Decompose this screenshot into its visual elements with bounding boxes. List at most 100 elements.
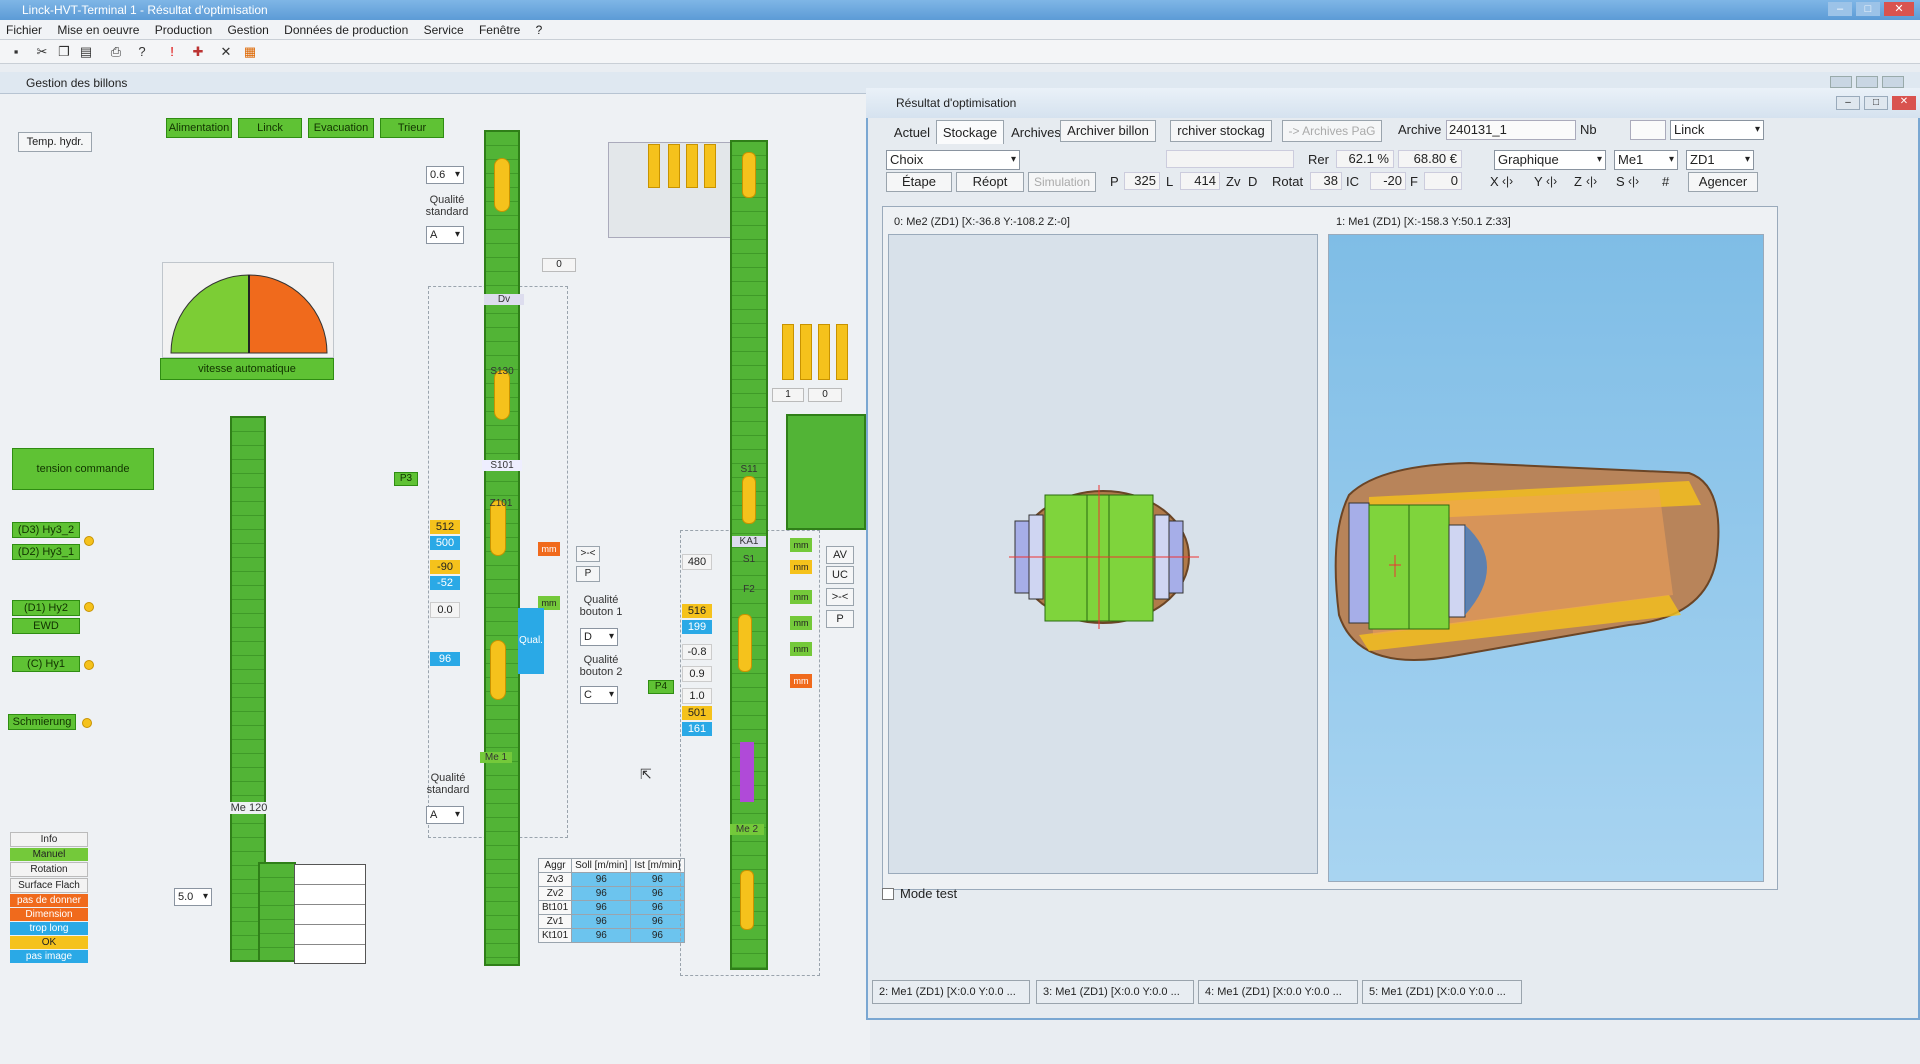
maximize-icon[interactable]: □ xyxy=(1864,96,1888,110)
status-schmierung[interactable]: Schmierung xyxy=(8,714,76,730)
view0-log-cross-section xyxy=(1009,485,1199,629)
status-ewd[interactable]: EWD xyxy=(12,618,80,634)
subwindow-title: Gestion des billons xyxy=(26,76,128,90)
log-marker xyxy=(742,152,756,198)
table-row: Zv2 96 96 xyxy=(537,886,685,901)
auto-speed-button[interactable]: vitesse automatique xyxy=(160,358,334,380)
speed-select-line1[interactable]: 0.6 xyxy=(426,166,464,184)
merge-button[interactable]: >-< xyxy=(576,546,600,562)
view0-canvas[interactable] xyxy=(888,234,1318,874)
axis-s-stepper-icon[interactable]: ‹|› xyxy=(1628,174,1639,188)
etape-button[interactable]: Étape xyxy=(886,172,952,192)
zd-select[interactable]: ZD1 xyxy=(1686,150,1754,170)
uc-button[interactable]: UC xyxy=(826,566,854,584)
graphique-select[interactable]: Graphique xyxy=(1494,150,1606,170)
menu-bar: Fichier Mise en oeuvre Production Gestio… xyxy=(0,20,1920,40)
cut-icon[interactable]: ✂ xyxy=(34,44,50,60)
me-select[interactable]: Me1 xyxy=(1614,150,1678,170)
agencer-button[interactable]: Agencer xyxy=(1688,172,1758,192)
ist-value: 96 xyxy=(630,900,685,915)
window-controls: – □ ✕ xyxy=(1828,2,1916,18)
menu-help[interactable]: ? xyxy=(536,23,543,37)
status-hy2[interactable]: (D1) Hy2 xyxy=(12,600,80,616)
legend-manuel: Manuel xyxy=(10,848,88,861)
tab-stockage[interactable]: Stockage xyxy=(936,120,1004,144)
save-icon[interactable]: ▪ xyxy=(8,44,24,60)
empty-field xyxy=(1166,150,1294,168)
archive-input[interactable]: 240131_1 xyxy=(1446,120,1576,140)
alert-icon[interactable]: ! xyxy=(164,44,180,60)
av-button[interactable]: AV xyxy=(826,546,854,564)
bottom-tab-3[interactable]: 3: Me1 (ZD1) [X:0.0 Y:0.0 ... xyxy=(1036,980,1194,1004)
status-hy1[interactable]: (C) Hy1 xyxy=(12,656,80,672)
linck-select[interactable]: Linck xyxy=(1670,120,1764,140)
aggr-name: Kt101 xyxy=(537,928,573,943)
bottom-tab-2[interactable]: 2: Me1 (ZD1) [X:0.0 Y:0.0 ... xyxy=(872,980,1030,1004)
maximize-icon[interactable] xyxy=(1856,76,1878,88)
qual-std2-select[interactable]: A xyxy=(426,806,464,824)
status-hy3-2[interactable]: (D3) Hy3_2 xyxy=(12,522,80,538)
minimize-icon[interactable]: – xyxy=(1828,2,1852,16)
temp-hydr-button[interactable]: Temp. hydr. xyxy=(18,132,92,152)
p-value: 325 xyxy=(1124,172,1160,190)
p-button-2[interactable]: P xyxy=(826,610,854,628)
trieur-button[interactable]: Trieur xyxy=(380,118,444,138)
merge-button-2[interactable]: >-< xyxy=(826,588,854,606)
qual-std-select[interactable]: A xyxy=(426,226,464,244)
view1-canvas[interactable] xyxy=(1328,234,1764,882)
speed-select-left[interactable]: 5.0 xyxy=(174,888,212,906)
evacuation-button[interactable]: Evacuation xyxy=(308,118,374,138)
menu-mise-en-oeuvre[interactable]: Mise en oeuvre xyxy=(57,23,139,37)
nb-input[interactable] xyxy=(1630,120,1666,140)
chart-icon[interactable]: ▦ xyxy=(242,44,258,60)
menu-donnees-production[interactable]: Données de production xyxy=(284,23,408,37)
archiver-stockage-button[interactable]: rchiver stockag xyxy=(1170,120,1272,142)
log-marker xyxy=(648,144,660,188)
qb1-select[interactable]: D xyxy=(580,628,618,646)
tension-command-button[interactable]: tension commande xyxy=(12,448,154,490)
minimize-icon[interactable]: – xyxy=(1836,96,1860,110)
p4-button[interactable]: P4 xyxy=(648,680,674,694)
reopt-button[interactable]: Réopt xyxy=(956,172,1024,192)
minimize-icon[interactable] xyxy=(1830,76,1852,88)
tab-archives[interactable]: Archives xyxy=(1006,122,1066,144)
close-icon[interactable]: ✕ xyxy=(1884,2,1914,16)
toolbar: ▪ ✂ ❐ ▤ ⎙ ? ! ✚ ✕ ▦ xyxy=(0,40,1920,64)
price-value: 68.80 € xyxy=(1398,150,1462,168)
maximize-icon[interactable]: □ xyxy=(1856,2,1880,16)
close-icon[interactable] xyxy=(1882,76,1904,88)
aggregate-speed-table: Aggr Soll [m/min] Ist [m/min] Zv3 96 96 Zv… xyxy=(537,858,685,943)
tab-actuel[interactable]: Actuel xyxy=(882,122,942,144)
qb2-select[interactable]: C xyxy=(580,686,618,704)
help-icon[interactable]: ? xyxy=(134,44,150,60)
paste-icon[interactable]: ▤ xyxy=(78,44,94,60)
p3-button[interactable]: P3 xyxy=(394,472,418,486)
simulation-button[interactable]: Simulation xyxy=(1028,172,1096,192)
delete-icon[interactable]: ✕ xyxy=(218,44,234,60)
p-button[interactable]: P xyxy=(576,566,600,582)
menu-gestion[interactable]: Gestion xyxy=(227,23,268,37)
p-label: P xyxy=(1110,174,1119,189)
print-icon[interactable]: ⎙ xyxy=(108,44,124,60)
menu-fenetre[interactable]: Fenêtre xyxy=(479,23,520,37)
status-indicator xyxy=(82,718,92,728)
move-icon[interactable]: ✚ xyxy=(190,44,206,60)
axis-y-stepper-icon[interactable]: ‹|› xyxy=(1546,174,1557,188)
archives-pag-button[interactable]: -> Archives PaG xyxy=(1282,120,1382,142)
alimentation-button[interactable]: Alimentation xyxy=(166,118,232,138)
copy-icon[interactable]: ❐ xyxy=(56,44,72,60)
linck-button[interactable]: Linck xyxy=(238,118,302,138)
close-icon[interactable]: ✕ xyxy=(1892,96,1916,110)
mode-test-checkbox[interactable] xyxy=(882,888,894,900)
axis-x-stepper-icon[interactable]: ‹|› xyxy=(1502,174,1513,188)
bottom-tab-4[interactable]: 4: Me1 (ZD1) [X:0.0 Y:0.0 ... xyxy=(1198,980,1358,1004)
menu-fichier[interactable]: Fichier xyxy=(6,23,42,37)
menu-service[interactable]: Service xyxy=(424,23,464,37)
archiver-billon-button[interactable]: Archiver billon xyxy=(1060,120,1156,142)
axis-z-stepper-icon[interactable]: ‹|› xyxy=(1586,174,1597,188)
status-hy3-1[interactable]: (D2) Hy3_1 xyxy=(12,544,80,560)
grid-toggle-label[interactable]: # xyxy=(1662,174,1669,189)
choix-select[interactable]: Choix xyxy=(886,150,1020,170)
bottom-tab-5[interactable]: 5: Me1 (ZD1) [X:0.0 Y:0.0 ... xyxy=(1362,980,1522,1004)
menu-production[interactable]: Production xyxy=(155,23,212,37)
